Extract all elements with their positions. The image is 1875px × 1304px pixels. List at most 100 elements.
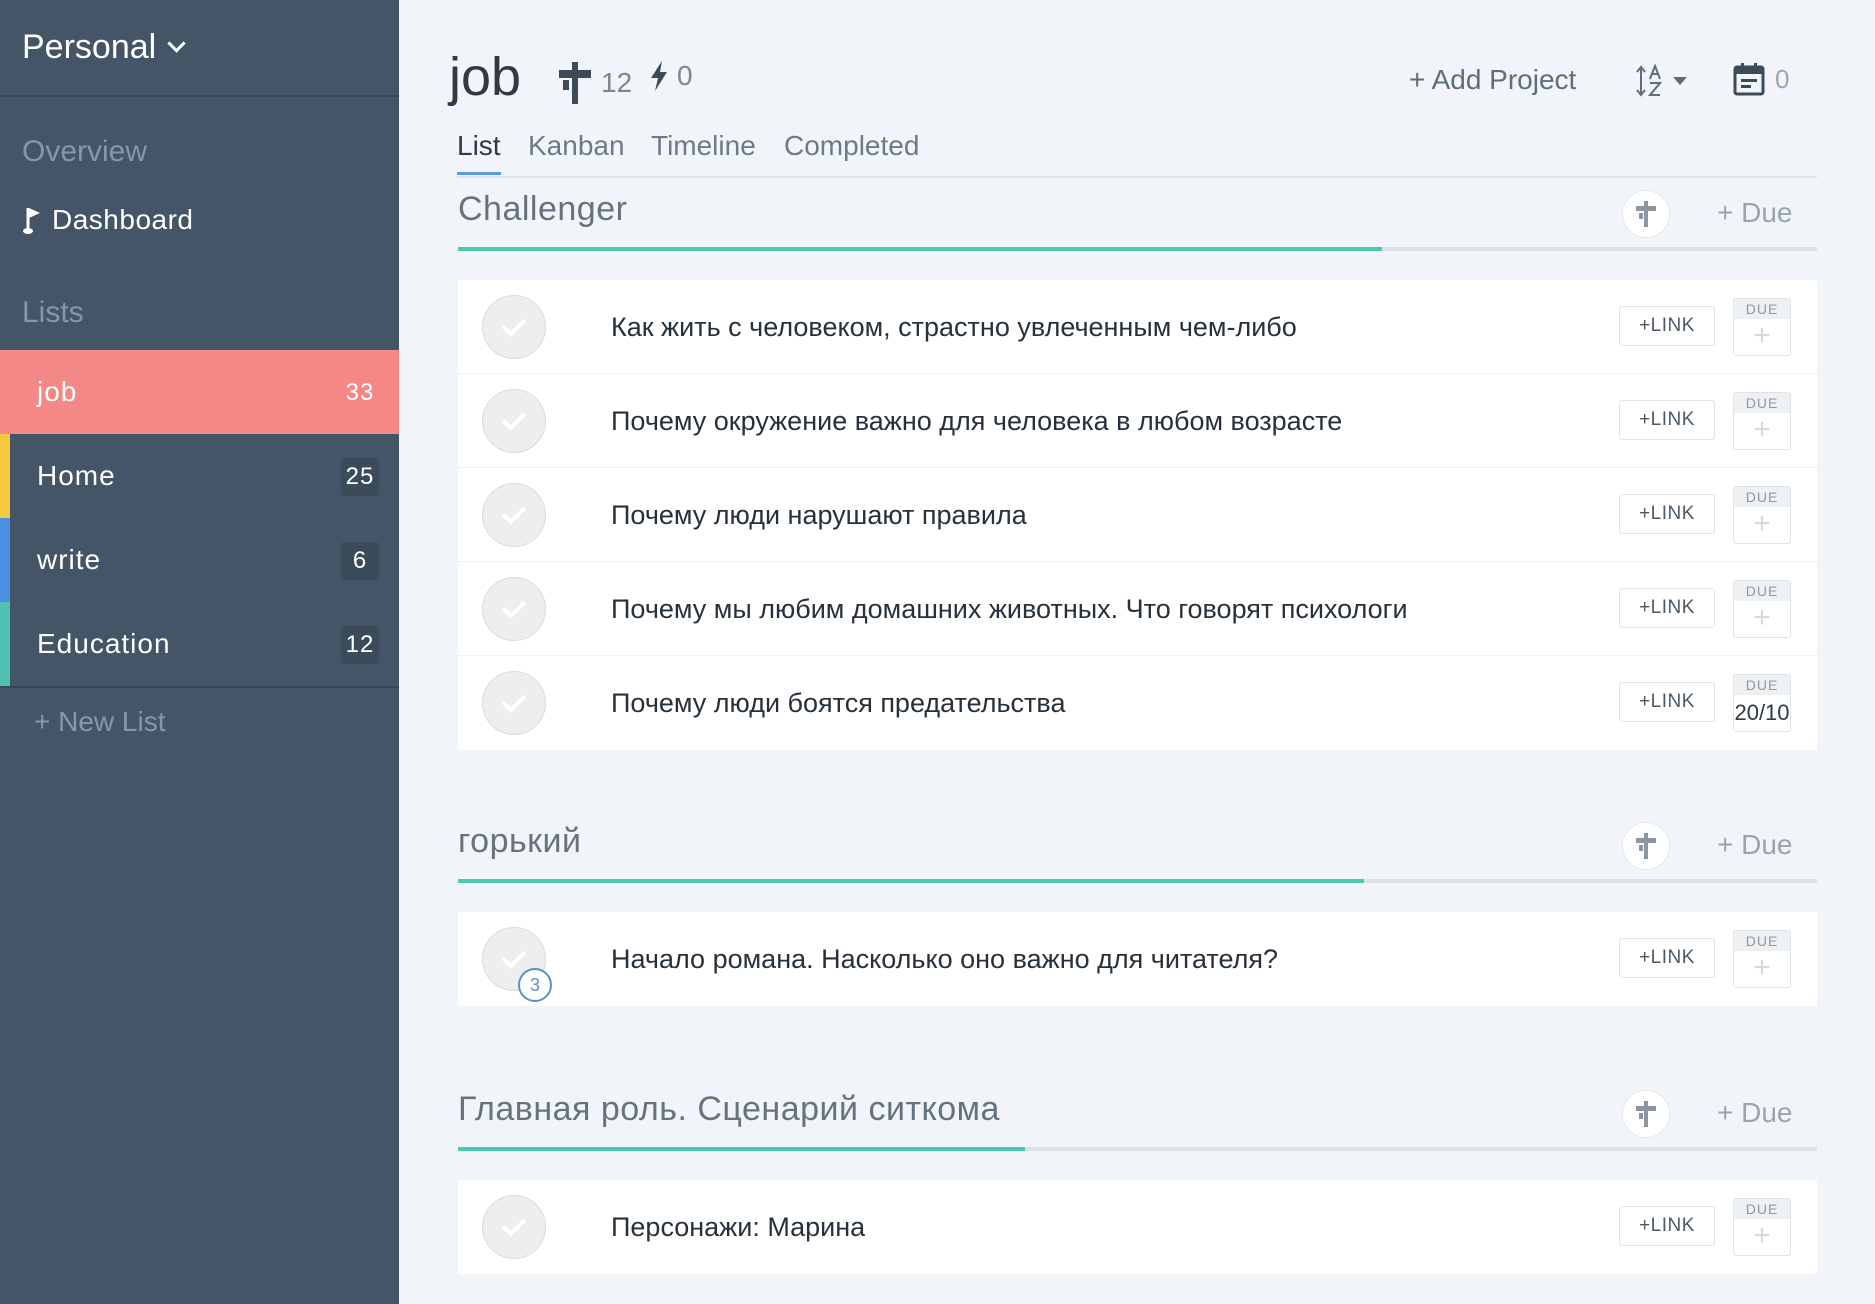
task-title[interactable]: Почему окружение важно для человека в лю…: [611, 374, 1342, 468]
sidebar-item-dashboard[interactable]: Dashboard: [22, 204, 193, 236]
add-due-plus-icon: +: [1753, 319, 1771, 352]
subtask-count-badge: 3: [518, 968, 552, 1002]
group-title[interactable]: горький: [458, 822, 582, 861]
tab-list[interactable]: List: [457, 130, 501, 175]
tab-completed[interactable]: Completed: [784, 130, 919, 172]
workspace-switcher[interactable]: Personal: [0, 0, 399, 97]
task-due-box[interactable]: DUE +: [1733, 486, 1791, 544]
due-label: DUE: [1734, 581, 1790, 601]
projects-stat[interactable]: 12: [557, 60, 632, 106]
group-milestone-button[interactable]: [1622, 822, 1670, 870]
group-progress-fill: [458, 247, 1383, 251]
list-color-bar: [0, 350, 10, 434]
bolt-stat[interactable]: 0: [649, 60, 693, 92]
group-title[interactable]: Главная роль. Сценарий ситкома: [458, 1090, 1000, 1129]
task-due-box[interactable]: DUE +: [1733, 1198, 1791, 1256]
add-link-button[interactable]: +LINK: [1619, 306, 1715, 346]
bolt-count: 0: [677, 60, 693, 91]
add-link-button[interactable]: +LINK: [1619, 682, 1715, 722]
task-title[interactable]: Начало романа. Насколько оно важно для ч…: [611, 912, 1278, 1006]
add-due-plus-icon: +: [1753, 951, 1771, 984]
task-due-box[interactable]: DUE +: [1733, 930, 1791, 988]
task-row[interactable]: Почему люди боятся предательства +LINK DUE…: [458, 656, 1817, 750]
sidebar-item-education[interactable]: Education 12: [0, 602, 399, 686]
group-add-due-button[interactable]: + Due: [1717, 1097, 1793, 1129]
task-row[interactable]: Почему мы любим домашних животных. Что г…: [458, 562, 1817, 656]
sidebar-item-home[interactable]: Home 25: [0, 434, 399, 518]
task-row[interactable]: Почему окружение важно для человека в лю…: [458, 374, 1817, 468]
group-add-due-button[interactable]: + Due: [1717, 829, 1793, 861]
task-due-box[interactable]: DUE +: [1733, 392, 1791, 450]
list-count-badge: 6: [341, 542, 379, 580]
due-date: 20/10: [1734, 700, 1790, 725]
group-add-due-button[interactable]: + Due: [1717, 197, 1793, 229]
complete-task-checkbox[interactable]: [482, 1195, 546, 1259]
tab-timeline[interactable]: Timeline: [651, 130, 756, 172]
sidebar: Personal Overview Dashboard Lists job 33 H…: [0, 0, 399, 1304]
list-color-bar: [0, 518, 10, 602]
add-link-button[interactable]: +LINK: [1619, 1206, 1715, 1246]
add-due-plus-icon: +: [1753, 413, 1771, 446]
view-tabs: List Kanban Timeline Completed: [457, 130, 1817, 178]
sidebar-item-job[interactable]: job 33: [0, 350, 399, 434]
list-color-bar: [0, 602, 10, 686]
signpost-icon: [559, 62, 591, 104]
sidebar-divider: [0, 686, 399, 688]
page-title: job: [449, 47, 522, 107]
overview-label: Overview: [22, 135, 148, 168]
add-due-plus-icon: +: [1753, 1219, 1771, 1252]
group-title[interactable]: Challenger: [458, 190, 627, 229]
task-row[interactable]: 3 Начало романа. Насколько оно важно для …: [458, 912, 1817, 1006]
list-name: Education: [37, 628, 171, 659]
task-due-box[interactable]: DUE +: [1733, 298, 1791, 356]
add-link-button[interactable]: +LINK: [1619, 588, 1715, 628]
group-milestone-button[interactable]: [1622, 190, 1670, 238]
task-due-box[interactable]: DUE +: [1733, 580, 1791, 638]
add-link-button[interactable]: +LINK: [1619, 494, 1715, 534]
task-due-box[interactable]: DUE 20/10: [1733, 674, 1791, 732]
group-progress-bar: [458, 247, 1817, 251]
task-row[interactable]: Почему люди нарушают правила +LINK DUE +: [458, 468, 1817, 562]
sort-dropdown[interactable]: [1635, 64, 1687, 98]
due-label: DUE: [1734, 487, 1790, 507]
list-color-bar: [0, 434, 10, 518]
sidebar-item-write[interactable]: write 6: [0, 518, 399, 602]
task-title[interactable]: Как жить с человеком, страстно увлеченны…: [611, 280, 1297, 374]
task-row[interactable]: Персонажи: Марина +LINK DUE +: [458, 1180, 1817, 1274]
complete-task-checkbox[interactable]: [482, 577, 546, 641]
group-progress-bar: [458, 1147, 1817, 1151]
complete-task-checkbox[interactable]: [482, 671, 546, 735]
signpost-icon: [1636, 1101, 1656, 1127]
task-title[interactable]: Почему люди боятся предательства: [611, 656, 1065, 750]
tab-kanban[interactable]: Kanban: [528, 130, 625, 172]
group-milestone-button[interactable]: [1622, 1090, 1670, 1138]
new-list-button[interactable]: + New List: [34, 706, 166, 738]
group-progress-bar: [458, 879, 1817, 883]
projects-count: 12: [601, 67, 633, 98]
flag-icon: [23, 208, 40, 234]
calendar-count: 0: [1775, 63, 1790, 94]
caret-down-icon: [1673, 77, 1687, 85]
add-link-button[interactable]: +LINK: [1619, 400, 1715, 440]
list-count-badge: 12: [341, 626, 379, 664]
due-label: DUE: [1734, 675, 1790, 695]
task-row[interactable]: Как жить с человеком, страстно увлеченны…: [458, 280, 1817, 374]
task-list: 3 Начало романа. Насколько оно важно для …: [458, 912, 1817, 1006]
due-label: DUE: [1734, 393, 1790, 413]
dashboard-label: Dashboard: [52, 204, 194, 235]
complete-task-checkbox[interactable]: [482, 295, 546, 359]
task-title[interactable]: Персонажи: Марина: [611, 1180, 865, 1274]
add-link-button[interactable]: +LINK: [1619, 938, 1715, 978]
add-project-button[interactable]: + Add Project: [1409, 64, 1576, 96]
complete-task-checkbox[interactable]: [482, 483, 546, 547]
complete-task-checkbox[interactable]: [482, 389, 546, 453]
calendar-button[interactable]: 0: [1733, 62, 1789, 96]
task-title[interactable]: Почему люди нарушают правила: [611, 468, 1027, 562]
lists-label: Lists: [22, 296, 84, 329]
add-due-plus-icon: +: [1753, 507, 1771, 540]
due-label: DUE: [1734, 299, 1790, 319]
workspace-name: Personal: [22, 28, 157, 66]
list-name: Home: [37, 460, 116, 491]
task-title[interactable]: Почему мы любим домашних животных. Что г…: [611, 562, 1408, 656]
bolt-icon: [651, 61, 667, 91]
